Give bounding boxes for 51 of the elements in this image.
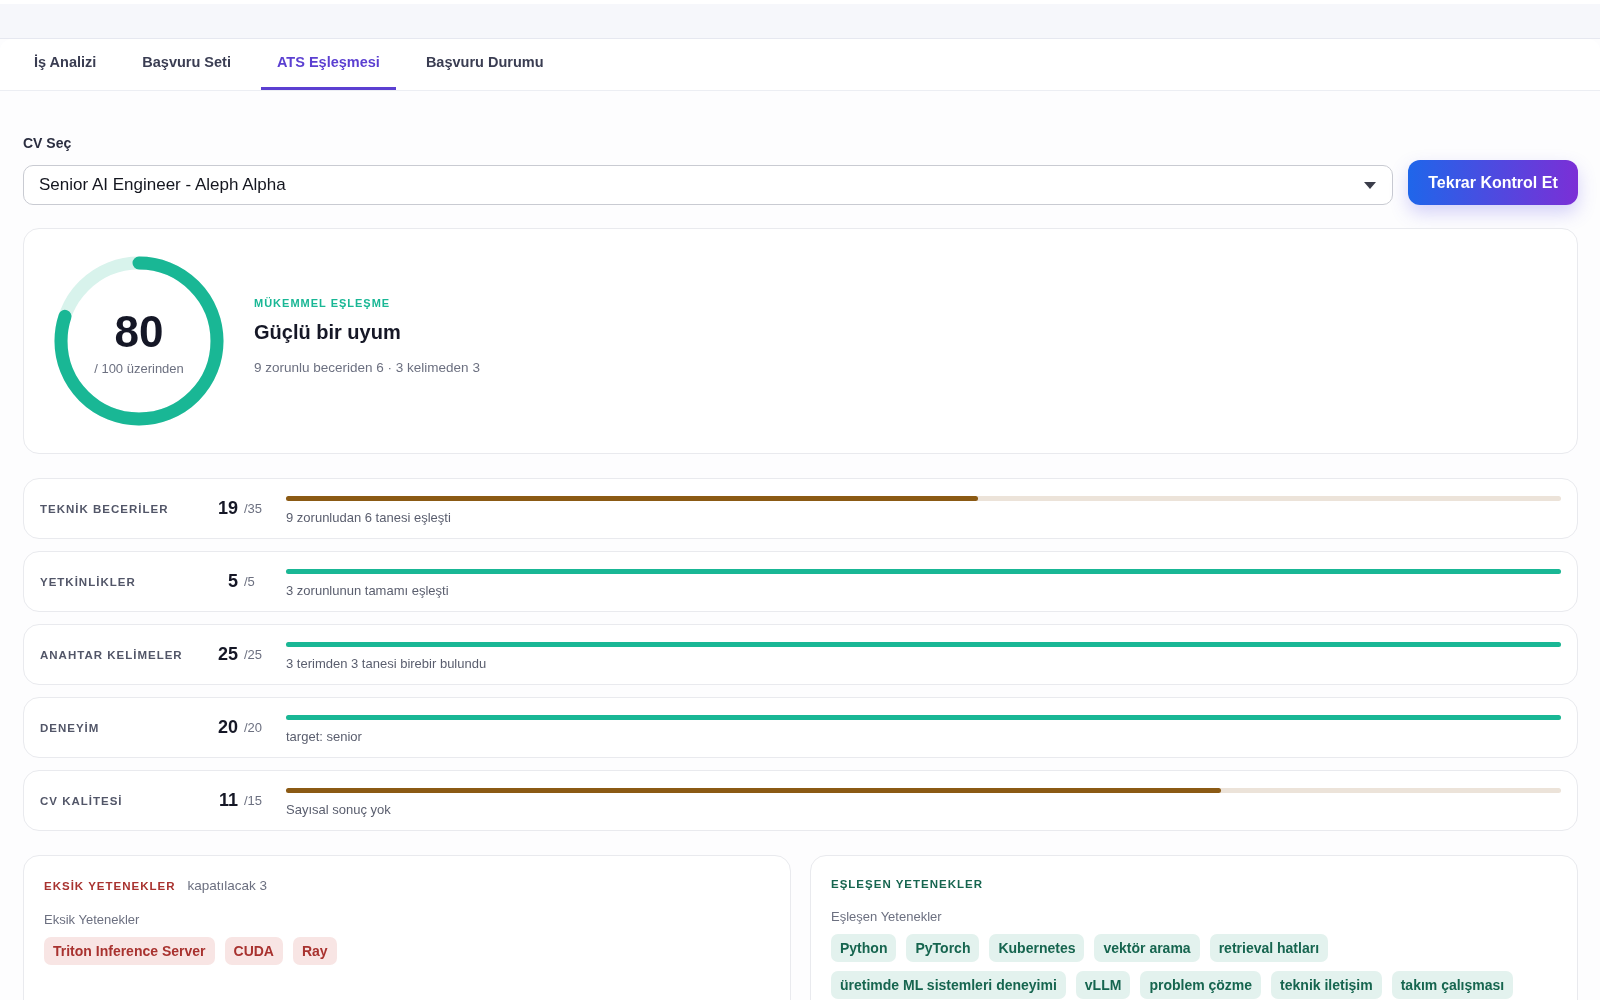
skill-tag: Ray xyxy=(292,937,337,965)
metric-note: Sayısal sonuç yok xyxy=(286,802,392,817)
skill-tag: problem çözme xyxy=(1140,971,1262,999)
metric-note: target: senior xyxy=(286,729,363,744)
card-count: kapatılacak 3 xyxy=(187,878,267,893)
card-subtitle: Eksik Yetenekler xyxy=(44,912,141,927)
match-headline: Güçlü bir uyum xyxy=(254,321,402,344)
skill-tag: Triton Inference Server xyxy=(44,937,215,965)
metric-note: 3 zorunlunun tamamı eşleşti xyxy=(286,583,450,598)
metric-label: DENEYİM xyxy=(40,721,101,734)
metric-max: /20 xyxy=(244,720,264,735)
skill-tag: retrieval hatları xyxy=(1209,934,1329,962)
card-title: EŞLEŞEN YETENEKLER xyxy=(831,878,983,890)
skill-tag: Python xyxy=(831,934,897,962)
metric-label: ANAHTAR KELİMELER xyxy=(40,648,184,661)
metric-label: CV KALİTESİ xyxy=(40,794,124,807)
caret-icon xyxy=(1364,181,1376,189)
score-value: 80 xyxy=(114,306,164,357)
match-level: MÜKEMMEL EŞLEŞME xyxy=(254,297,392,309)
metric-score: 11 xyxy=(217,790,238,811)
metric-max: /35 xyxy=(244,501,264,516)
card-subtitle: Eşleşen Yetenekler xyxy=(831,909,943,924)
metric-max: /15 xyxy=(244,793,264,808)
metric-note: 3 terimden 3 tanesi birebir bulundu xyxy=(286,656,488,671)
skill-tag: teknik iletişim xyxy=(1271,971,1382,999)
tab[interactable]: Başvuru Seti xyxy=(126,39,247,90)
skill-tag: Kubernetes xyxy=(989,934,1085,962)
skill-tag: takım çalışması xyxy=(1391,971,1514,999)
score-scale: / 100 üzerinden xyxy=(94,360,184,376)
metric-score: 25 xyxy=(216,644,238,665)
skill-tag: üretimde ML sistemleri deneyimi xyxy=(831,971,1066,999)
recheck-button[interactable]: Tekrar Kontrol Et xyxy=(1408,160,1578,205)
metric-score: 5 xyxy=(227,571,238,592)
tab[interactable]: İş Analizi xyxy=(18,39,113,90)
skill-tag: vLLM xyxy=(1075,971,1131,999)
skill-tag: PyTorch xyxy=(906,934,980,962)
match-summary: 9 zorunlu beceriden 6 · 3 kelimeden 3 xyxy=(254,360,480,375)
card-title: EKSİK YETENEKLER xyxy=(44,880,176,892)
tab[interactable]: ATS Eşleşmesi xyxy=(260,39,396,90)
skill-tag: CUDA xyxy=(224,937,283,965)
skill-tag: vektör arama xyxy=(1094,934,1200,962)
metric-label: TEKNİK BECERİLER xyxy=(40,502,170,515)
metric-note: 9 zorunludan 6 tanesi eşleşti xyxy=(286,510,452,525)
metric-label: YETKİNLİKLER xyxy=(40,575,137,588)
field-label: CV Seç xyxy=(23,135,73,151)
metric-max: /5 xyxy=(244,574,256,589)
metric-max: /25 xyxy=(244,647,264,662)
cv-select[interactable]: Senior AI Engineer - Aleph Alpha xyxy=(23,165,1393,205)
metric-score: 20 xyxy=(216,717,238,738)
tab[interactable]: Başvuru Durumu xyxy=(409,39,560,90)
metric-score: 19 xyxy=(216,498,238,519)
